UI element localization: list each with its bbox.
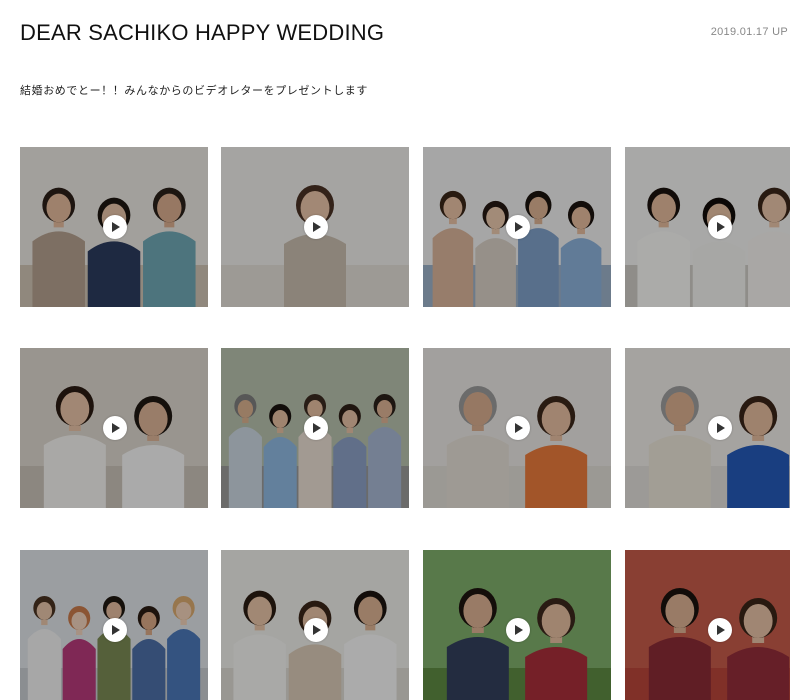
- play-icon: [313, 625, 321, 635]
- video-thumbnail[interactable]: [423, 550, 611, 700]
- play-icon: [515, 625, 523, 635]
- play-icon: [717, 625, 725, 635]
- play-icon: [515, 222, 523, 232]
- play-icon: [717, 423, 725, 433]
- play-icon: [313, 423, 321, 433]
- play-button[interactable]: [506, 215, 530, 239]
- page-title: DEAR SACHIKO HAPPY WEDDING: [20, 20, 385, 45]
- upload-date: 2019.01.17 UP: [710, 26, 788, 38]
- play-icon: [112, 625, 120, 635]
- video-thumbnail[interactable]: [20, 348, 208, 508]
- play-icon: [515, 423, 523, 433]
- video-thumbnail[interactable]: [221, 348, 409, 508]
- play-icon: [313, 222, 321, 232]
- video-thumbnail[interactable]: [423, 348, 611, 508]
- play-icon: [112, 222, 120, 232]
- wedding-message: 結婚おめでとー！！みんなからのビデオレターをプレゼントします: [20, 84, 368, 97]
- video-thumbnail[interactable]: [20, 147, 208, 307]
- play-button[interactable]: [708, 416, 732, 440]
- play-button[interactable]: [708, 215, 732, 239]
- play-button[interactable]: [506, 416, 530, 440]
- video-thumbnail[interactable]: [20, 550, 208, 700]
- play-button[interactable]: [708, 618, 732, 642]
- play-button[interactable]: [103, 215, 127, 239]
- thumbnail-overlay: [625, 550, 790, 700]
- play-icon: [112, 423, 120, 433]
- video-thumbnail[interactable]: [221, 147, 409, 307]
- video-thumbnail[interactable]: [221, 550, 409, 700]
- video-thumbnail[interactable]: [423, 147, 611, 307]
- video-thumbnail[interactable]: [625, 147, 790, 307]
- play-icon: [717, 222, 725, 232]
- play-button[interactable]: [304, 618, 328, 642]
- play-button[interactable]: [304, 215, 328, 239]
- play-button[interactable]: [506, 618, 530, 642]
- video-thumbnail[interactable]: [625, 348, 790, 508]
- video-thumbnail[interactable]: [625, 550, 790, 700]
- play-button[interactable]: [103, 416, 127, 440]
- play-button[interactable]: [103, 618, 127, 642]
- play-button[interactable]: [304, 416, 328, 440]
